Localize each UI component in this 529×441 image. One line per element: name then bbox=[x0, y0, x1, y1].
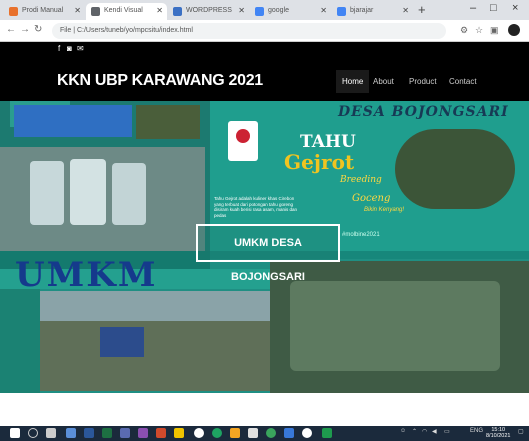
banner-image bbox=[100, 327, 144, 357]
address-bar: ← → ↻ File | C:/Users/tuneb/yo/mpcsitu/i… bbox=[0, 20, 529, 42]
packages-area bbox=[290, 281, 500, 371]
poster-description: Tahu Gejrot adalah kuliner khas Cirebon … bbox=[214, 196, 298, 218]
favicon-icon bbox=[91, 7, 100, 16]
language-indicator[interactable]: ENG bbox=[470, 428, 483, 434]
tab-label: Prodi Manual bbox=[22, 7, 64, 14]
browser-tab-bar: Prodi Manual ✕ Kendi Visual ✕ WORDPRESS … bbox=[0, 0, 529, 20]
poster-tahu-text: TAHU bbox=[300, 132, 356, 152]
collage-tile bbox=[0, 289, 40, 393]
hero-caption-button[interactable]: UMKM DESA BOJONGSARI bbox=[196, 224, 340, 283]
poster-hashtag: #molbine2021 bbox=[342, 232, 380, 238]
task-view-icon[interactable] bbox=[46, 428, 56, 438]
mail-icon[interactable]: ✉ bbox=[77, 44, 84, 53]
site-brand[interactable]: KKN UBP KARAWANG 2021 bbox=[57, 72, 263, 90]
tab-label: bjarajar bbox=[350, 7, 374, 14]
app-icon[interactable] bbox=[266, 428, 276, 438]
poster-bikin-text: Bikin Kenyang! bbox=[364, 207, 405, 213]
tab-label: google bbox=[268, 7, 290, 14]
blue-block bbox=[14, 105, 132, 137]
nav-product[interactable]: Product bbox=[404, 74, 442, 89]
app-icon[interactable] bbox=[230, 428, 240, 438]
chrome-icon[interactable] bbox=[194, 428, 204, 438]
search-icon[interactable] bbox=[28, 428, 38, 438]
app-icon[interactable] bbox=[322, 428, 332, 438]
tab-4[interactable]: google ✕ bbox=[250, 3, 331, 20]
start-icon[interactable] bbox=[10, 428, 20, 438]
notifications-icon[interactable]: ▢ bbox=[518, 428, 524, 435]
maximize-button[interactable]: □ bbox=[490, 2, 497, 14]
app-icon[interactable] bbox=[212, 428, 222, 438]
battery-icon[interactable]: ▭ bbox=[444, 428, 450, 435]
excel-icon[interactable] bbox=[102, 428, 112, 438]
tab-5[interactable]: bjarajar ✕ bbox=[332, 3, 413, 20]
nav-home[interactable]: Home bbox=[336, 70, 370, 93]
extension-icon[interactable]: ⚙ bbox=[460, 25, 468, 36]
app-icon[interactable] bbox=[302, 428, 312, 438]
url-input[interactable]: File | C:/Users/tuneb/yo/mpcsitu/index.h… bbox=[52, 23, 446, 39]
favicon-icon bbox=[337, 7, 346, 16]
site-topbar: f ◙ ✉ bbox=[0, 42, 529, 56]
bottle-image bbox=[30, 161, 64, 225]
poster-desa-title: DESA BOJONGSARI bbox=[338, 104, 509, 120]
bottle-image bbox=[112, 163, 146, 225]
photo-tile bbox=[136, 105, 200, 139]
back-icon[interactable]: ← bbox=[6, 24, 16, 35]
tab-3[interactable]: WORDPRESS ✕ bbox=[168, 3, 249, 20]
facebook-icon[interactable]: f bbox=[58, 44, 65, 53]
favicon-icon bbox=[9, 7, 18, 16]
wifi-icon[interactable]: ◠ bbox=[422, 428, 427, 435]
poster-goceng-text: Goceng bbox=[352, 193, 391, 204]
close-window-button[interactable]: × bbox=[512, 2, 518, 14]
puzzle-icon[interactable]: ▣ bbox=[490, 25, 499, 36]
tray-people-icon[interactable]: ☺ bbox=[400, 428, 406, 434]
app-icon[interactable] bbox=[120, 428, 130, 438]
close-tab-icon[interactable]: ✕ bbox=[74, 6, 81, 15]
instagram-icon[interactable]: ◙ bbox=[67, 44, 74, 53]
tab-1[interactable]: Prodi Manual ✕ bbox=[4, 3, 85, 20]
bottle-image bbox=[70, 159, 106, 225]
poster-breeding-text: Breeding bbox=[340, 175, 382, 185]
close-tab-icon[interactable]: ✕ bbox=[156, 6, 163, 15]
tab-label: WORDPRESS bbox=[186, 7, 232, 14]
favicon-icon bbox=[255, 7, 264, 16]
system-clock[interactable]: 15:10 8/10/2021 bbox=[486, 427, 510, 439]
app-icon[interactable] bbox=[248, 428, 258, 438]
tab-2[interactable]: Kendi Visual ✕ bbox=[86, 3, 167, 20]
clock-date: 8/10/2021 bbox=[486, 433, 511, 439]
new-tab-button[interactable]: + bbox=[418, 2, 426, 17]
minimize-button[interactable]: – bbox=[470, 2, 476, 14]
profile-avatar[interactable] bbox=[508, 24, 520, 36]
poster-gejrot-text: Gejrot bbox=[284, 150, 355, 174]
tray-up-arrow-icon[interactable]: ⌃ bbox=[412, 428, 417, 435]
bookmark-star-icon[interactable]: ☆ bbox=[475, 25, 483, 36]
tahu-dish-photo bbox=[395, 129, 515, 209]
sky-area bbox=[40, 291, 270, 321]
reload-icon[interactable]: ↻ bbox=[34, 24, 42, 35]
close-tab-icon[interactable]: ✕ bbox=[320, 6, 327, 15]
umkm-banner-text: UMKM bbox=[15, 255, 158, 295]
logo-emblem-icon bbox=[236, 129, 250, 143]
close-tab-icon[interactable]: ✕ bbox=[238, 6, 245, 15]
nav-about[interactable]: About bbox=[368, 74, 399, 89]
forward-icon[interactable]: → bbox=[20, 24, 30, 35]
site-header: KKN UBP KARAWANG 2021 Home About Product… bbox=[0, 56, 529, 101]
close-tab-icon[interactable]: ✕ bbox=[402, 6, 409, 15]
app-icon[interactable] bbox=[284, 428, 294, 438]
app-icon[interactable] bbox=[138, 428, 148, 438]
explorer-icon[interactable] bbox=[174, 428, 184, 438]
favicon-icon bbox=[173, 7, 182, 16]
powerpoint-icon[interactable] bbox=[156, 428, 166, 438]
volume-icon[interactable]: ◀ bbox=[432, 428, 437, 435]
nav-contact[interactable]: Contact bbox=[444, 74, 482, 89]
app-icon[interactable] bbox=[66, 428, 76, 438]
tab-label: Kendi Visual bbox=[104, 7, 143, 14]
word-icon[interactable] bbox=[84, 428, 94, 438]
